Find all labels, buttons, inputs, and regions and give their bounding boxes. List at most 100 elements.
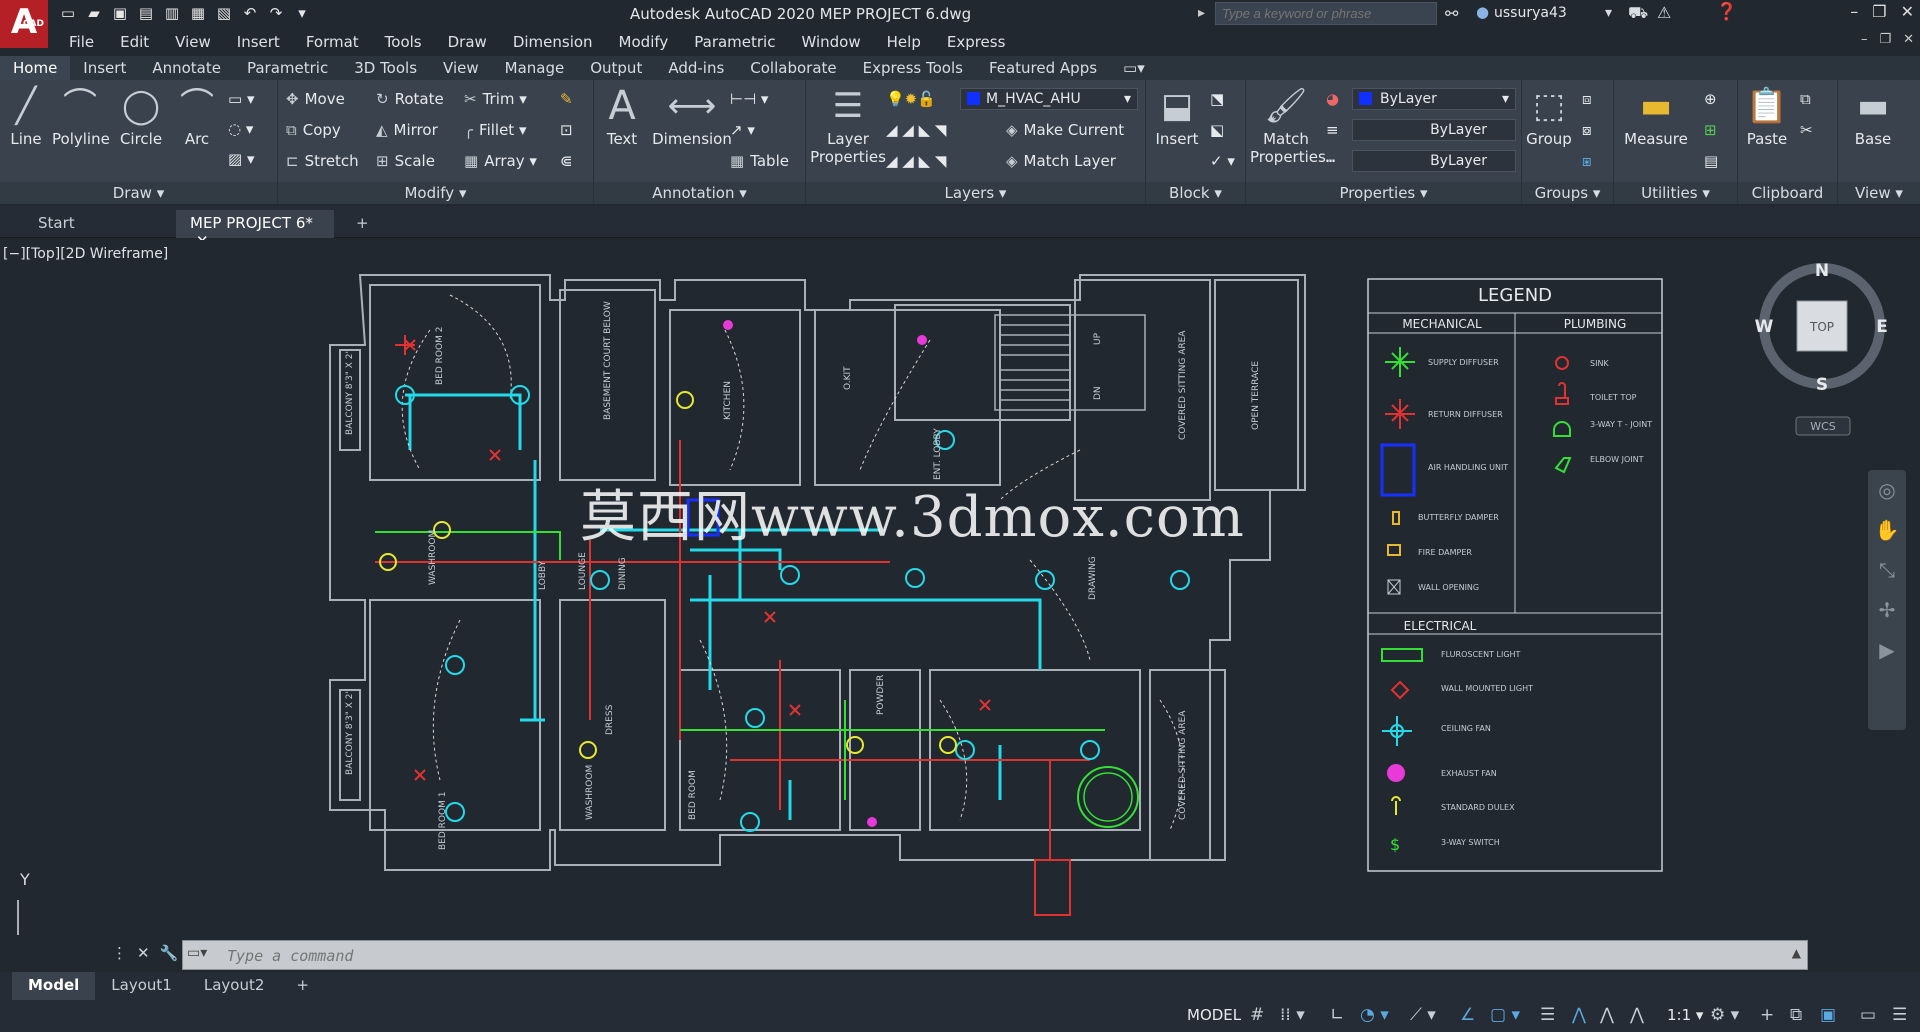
user-name[interactable]: ussurya43 — [1494, 5, 1567, 21]
search-input[interactable] — [1215, 2, 1437, 25]
erase-icon[interactable]: ✎ — [560, 90, 573, 108]
open-web-icon[interactable]: ▥ — [162, 3, 182, 23]
close-icon[interactable]: ✕ — [1901, 2, 1914, 21]
scale-dropdown[interactable]: 1:1 ▾ — [1667, 1006, 1703, 1024]
insert-block-button[interactable]: ⬓ Insert — [1152, 86, 1202, 148]
fillet-button[interactable]: ╭ Fillet ▾ — [464, 121, 527, 139]
layer-tools-row1-icons[interactable]: ◢ ◢ ◣ ◥ — [886, 121, 946, 139]
layer-state-icons[interactable]: 💡✹🔓 — [886, 90, 936, 108]
doc-close-icon[interactable]: ✕ — [1903, 32, 1914, 47]
dimension-button[interactable]: ⟷ Dimension — [652, 86, 732, 148]
help-icon[interactable]: ❓ — [1716, 2, 1737, 22]
paste-button[interactable]: 📋 Paste — [1742, 86, 1792, 148]
make-current-button[interactable]: ◈ Make Current — [1006, 121, 1124, 139]
redo-icon[interactable]: ↷ — [266, 3, 286, 23]
tab-add-ins[interactable]: Add-ins — [655, 56, 737, 80]
tab-layout1[interactable]: Layout1 — [95, 972, 188, 1000]
copy-button[interactable]: ⧉ Copy — [286, 121, 341, 139]
user-dropdown-icon[interactable]: ▾ — [1605, 5, 1612, 21]
command-grip-icon[interactable]: ⋮ — [112, 944, 127, 962]
layer-tools-row2-icons[interactable]: ◢ ◢ ◣ ◥ — [886, 152, 946, 170]
viewcube[interactable]: TOP N S E W WCS — [1755, 261, 1888, 436]
doc-restore-icon[interactable]: ❐ — [1879, 32, 1891, 47]
linear-dim-icon[interactable]: ⊢⊣ ▾ — [730, 90, 768, 108]
clipboard-panel-title[interactable]: Clipboard — [1738, 182, 1837, 204]
trim-button[interactable]: ✂ Trim ▾ — [464, 90, 527, 108]
quick-select-icon[interactable]: ⊕ — [1704, 90, 1717, 108]
tab-insert[interactable]: Insert — [70, 56, 139, 80]
layer-dropdown[interactable]: M_HVAC_AHU ▾ — [960, 88, 1138, 110]
scale-button[interactable]: ⊞ Scale — [376, 152, 435, 170]
explode-icon[interactable]: ⊡ — [560, 121, 573, 139]
polyline-button[interactable]: ⌒ Polyline — [52, 86, 110, 148]
menu-draw[interactable]: Draw — [435, 30, 500, 54]
annotation-scale-icon[interactable]: ⋀ — [1630, 1005, 1644, 1025]
open-folder-icon[interactable]: ▰ — [84, 3, 104, 23]
units-icon[interactable]: ⧉ — [1790, 1005, 1802, 1025]
pan-icon[interactable]: ✋ — [1868, 510, 1906, 550]
lineweight-icon[interactable]: ≡ — [1326, 121, 1339, 139]
rotate-button[interactable]: ↻ Rotate — [376, 90, 444, 108]
tab-output[interactable]: Output — [577, 56, 655, 80]
viewport-controls[interactable]: [−][Top][2D Wireframe] — [3, 246, 168, 262]
edit-block-icon[interactable]: ⬕ — [1210, 121, 1224, 139]
layers-panel-title[interactable]: Layers ▾ — [806, 182, 1145, 204]
cut-icon[interactable]: ✂ — [1800, 121, 1813, 139]
base-button[interactable]: ▬ Base — [1848, 86, 1898, 148]
tab-manage[interactable]: Manage — [492, 56, 578, 80]
model-space-toggle[interactable]: MODEL — [1187, 1006, 1241, 1024]
menu-insert[interactable]: Insert — [224, 30, 293, 54]
auto-scale-icon[interactable]: ⋀ — [1600, 1005, 1614, 1025]
menu-help[interactable]: Help — [874, 30, 934, 54]
customization-icon[interactable]: ☰ — [1892, 1005, 1907, 1025]
quick-properties-icon[interactable]: ▣ — [1820, 1005, 1836, 1025]
customize-qat-icon[interactable]: ▾ — [292, 3, 312, 23]
match-properties-button[interactable]: 🖌 Match Properties — [1250, 86, 1326, 166]
color-dropdown[interactable]: ByLayer ▾ — [1352, 88, 1516, 110]
menu-modify[interactable]: Modify — [606, 30, 682, 54]
annotation-monitor-icon[interactable]: + — [1760, 1005, 1774, 1025]
command-customize-icon[interactable]: 🔧 — [160, 944, 179, 962]
binoculars-icon[interactable]: ⚯ — [1445, 4, 1458, 23]
groups-panel-title[interactable]: Groups ▾ — [1522, 182, 1613, 204]
snap-icon[interactable]: ⁞⁞ ▾ — [1280, 1005, 1305, 1025]
utilities-panel-title[interactable]: Utilities ▾ — [1614, 182, 1737, 204]
group-edit-icon[interactable]: ⧇ — [1582, 121, 1592, 139]
tab-model[interactable]: Model — [12, 972, 96, 1000]
lineweight-display-icon[interactable]: ☰ — [1540, 1005, 1555, 1025]
zoom-extents-icon[interactable]: ⤡ — [1868, 550, 1906, 590]
polar-icon[interactable]: ◔ ▾ — [1360, 1005, 1389, 1025]
menu-dimension[interactable]: Dimension — [500, 30, 606, 54]
leader-icon[interactable]: ↗ ▾ — [730, 121, 755, 139]
tab-featured-apps[interactable]: Featured Apps — [976, 56, 1110, 80]
grid-icon[interactable]: # — [1250, 1005, 1264, 1025]
offset-icon[interactable]: ⋐ — [560, 152, 573, 170]
plot-icon[interactable]: ▧ — [214, 3, 234, 23]
calculator-icon[interactable]: ▤ — [1704, 152, 1718, 170]
add-layout-icon[interactable]: + — [280, 972, 325, 1000]
arc-button[interactable]: ⌒ Arc — [172, 86, 222, 148]
edit-attributes-icon[interactable]: ✓ ▾ — [1210, 152, 1235, 170]
menu-view[interactable]: View — [162, 30, 224, 54]
new-tab-icon[interactable]: + — [342, 210, 383, 238]
tab-express-tools[interactable]: Express Tools — [850, 56, 976, 80]
annotation-panel-title[interactable]: Annotation ▾ — [594, 182, 805, 204]
tab-home[interactable]: Home — [0, 56, 71, 80]
menu-edit[interactable]: Edit — [107, 30, 162, 54]
showmotion-icon[interactable]: ▶ — [1868, 630, 1906, 670]
modify-panel-title[interactable]: Modify ▾ — [278, 182, 593, 204]
move-button[interactable]: ✥ Move — [286, 90, 345, 108]
command-history-icon[interactable]: ▭▾ — [187, 945, 207, 961]
object-snap-tracking-icon[interactable]: ∠ — [1460, 1005, 1475, 1025]
group-button[interactable]: ⬚ Group — [1524, 86, 1574, 148]
tab-annotate[interactable]: Annotate — [139, 56, 234, 80]
restore-icon[interactable]: ❐ — [1872, 2, 1886, 21]
tab-parametric[interactable]: Parametric — [234, 56, 341, 80]
block-panel-title[interactable]: Block ▾ — [1146, 182, 1245, 204]
layer-properties-button[interactable]: ☰ Layer Properties — [810, 86, 886, 166]
hatch-dropdown-icon[interactable]: ◌ ▾ — [228, 120, 253, 138]
drawing-canvas[interactable]: BALCONY 8'3" X 2' BED ROOM 2 BASEMENT CO… — [0, 240, 1910, 955]
autocad-logo[interactable]: A CAD — [0, 0, 48, 48]
tab-layout2[interactable]: Layout2 — [188, 972, 281, 1000]
new-file-icon[interactable]: ▭ — [58, 3, 78, 23]
